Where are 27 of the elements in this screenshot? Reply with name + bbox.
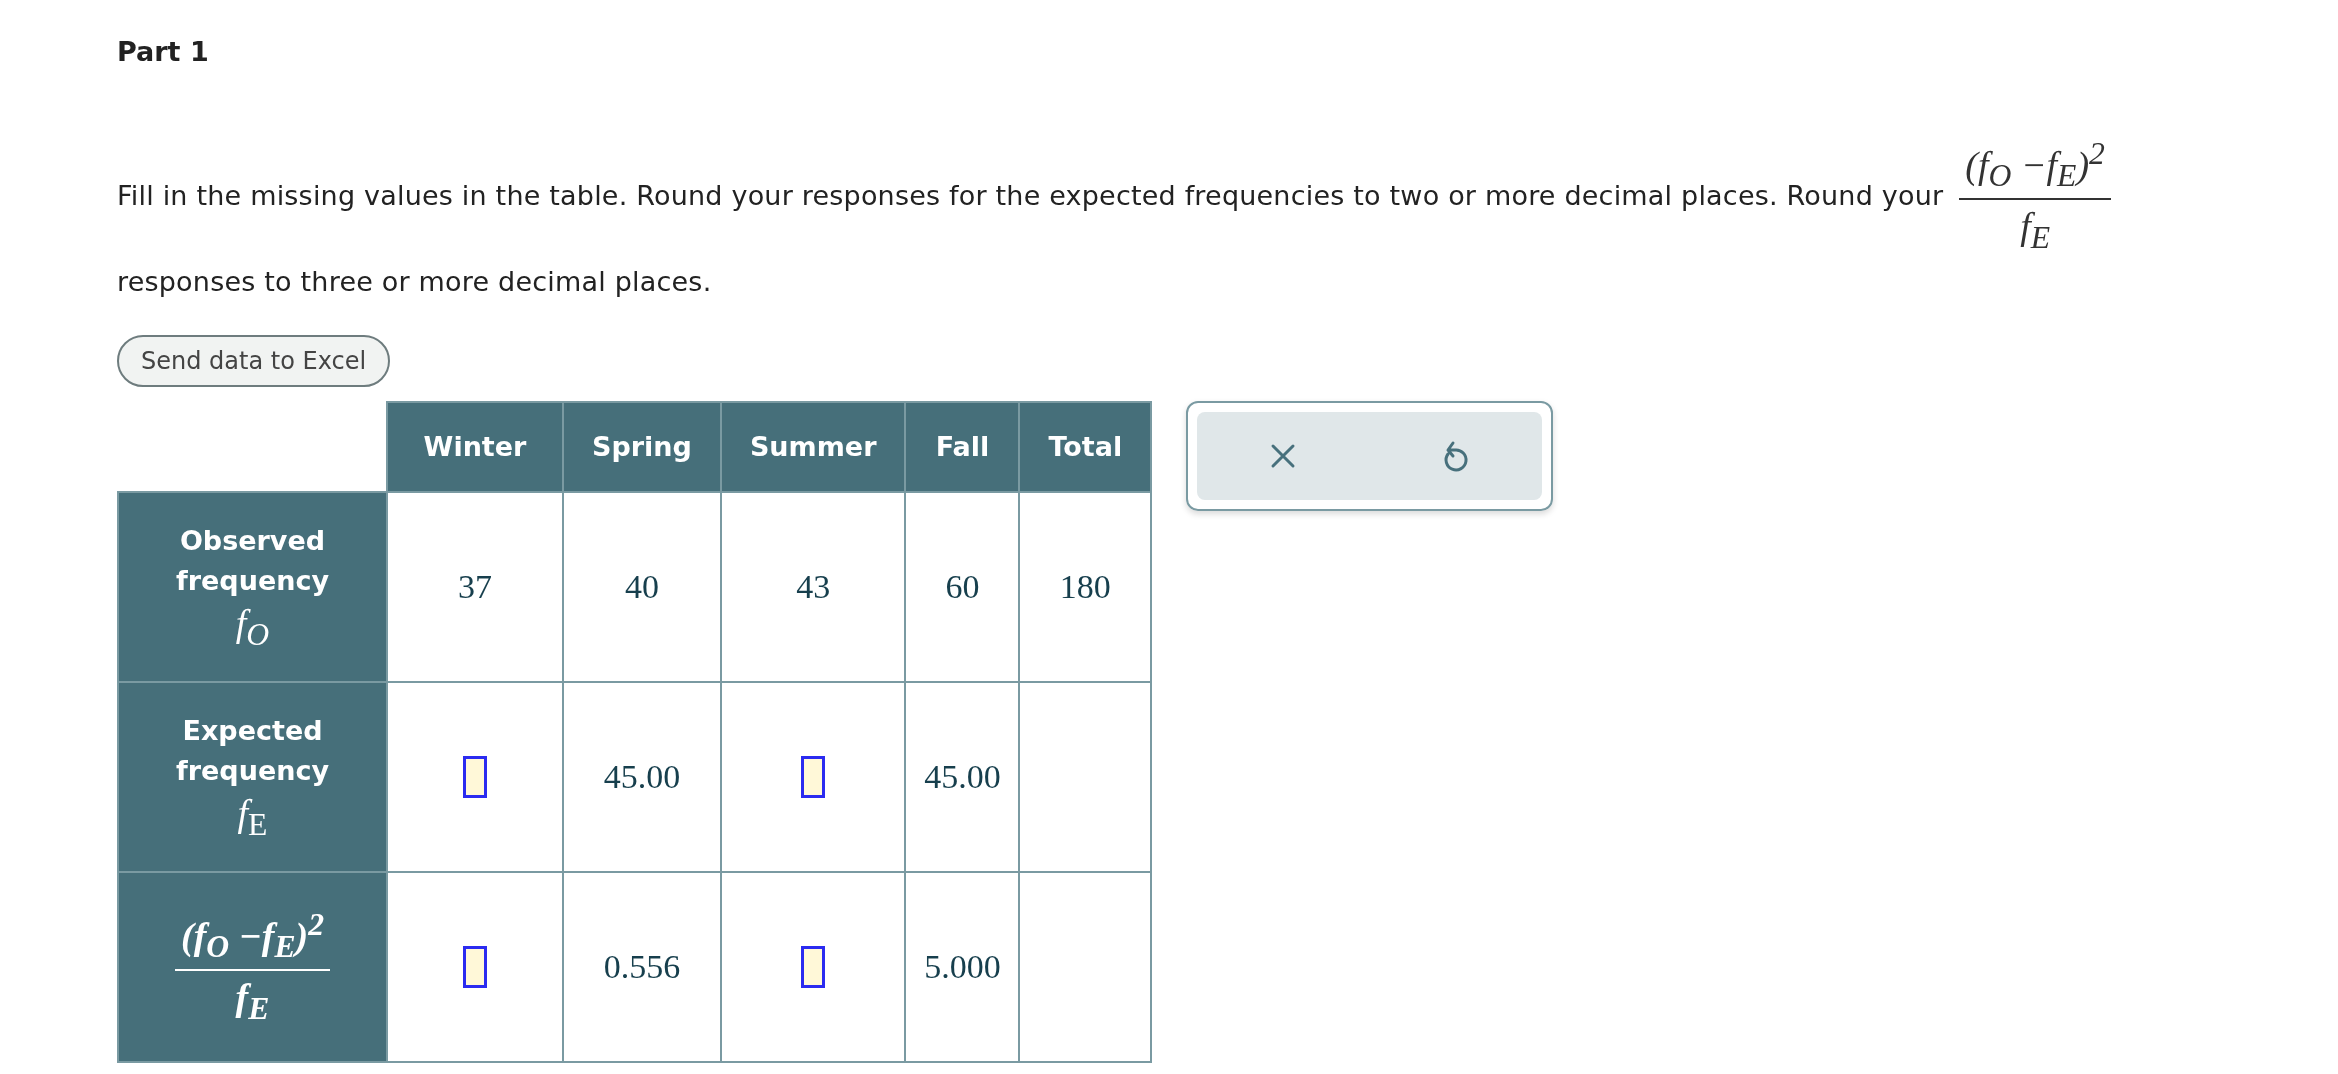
table-cell: 45.00 — [563, 681, 721, 872]
row-header: Expected frequency f$_{E}$ — [118, 681, 387, 872]
part-title: Part 1 — [117, 36, 210, 69]
table-cell: 180 — [1019, 491, 1152, 682]
table-cell: 0.556 — [563, 871, 721, 1062]
answer-box[interactable] — [463, 756, 487, 799]
answer-box[interactable] — [801, 756, 826, 799]
row-header: Observed frequency f$_{O}$ — [118, 491, 387, 682]
column-header: Fall — [905, 401, 1020, 492]
send-to-excel-button[interactable]: Send data to Excel — [117, 334, 391, 387]
table-cell: 60 — [905, 491, 1020, 682]
column-header: Winter — [387, 401, 563, 492]
fraction-formula: (f$_{O}$ −f$_{E}$)$^{2}$ f$_{E}$ — [1959, 136, 2111, 256]
column-header: Summer — [720, 401, 906, 492]
table-cell: 5.000 — [905, 871, 1020, 1062]
answer-box[interactable] — [801, 946, 826, 989]
instructions-text: responses to three or more decimal places. — [117, 265, 713, 297]
close-icon[interactable] — [1270, 442, 1296, 469]
table-cell: 43 — [720, 491, 906, 682]
table-cell: 40 — [563, 491, 721, 682]
row-header: (f$_{O}$ −f$_{E}$)$^{2}$ f$_{E}$ — [118, 871, 387, 1062]
column-header: Spring — [563, 401, 721, 492]
table-cell: 45.00 — [905, 681, 1020, 872]
column-header: Total — [1019, 401, 1152, 492]
table-cell: 37 — [387, 491, 563, 682]
instructions-text: Fill in the missing values in the table. Round your responses for the expected frequencies to two or more decimal places. Round your — [117, 180, 1944, 212]
answer-box[interactable] — [463, 946, 487, 989]
